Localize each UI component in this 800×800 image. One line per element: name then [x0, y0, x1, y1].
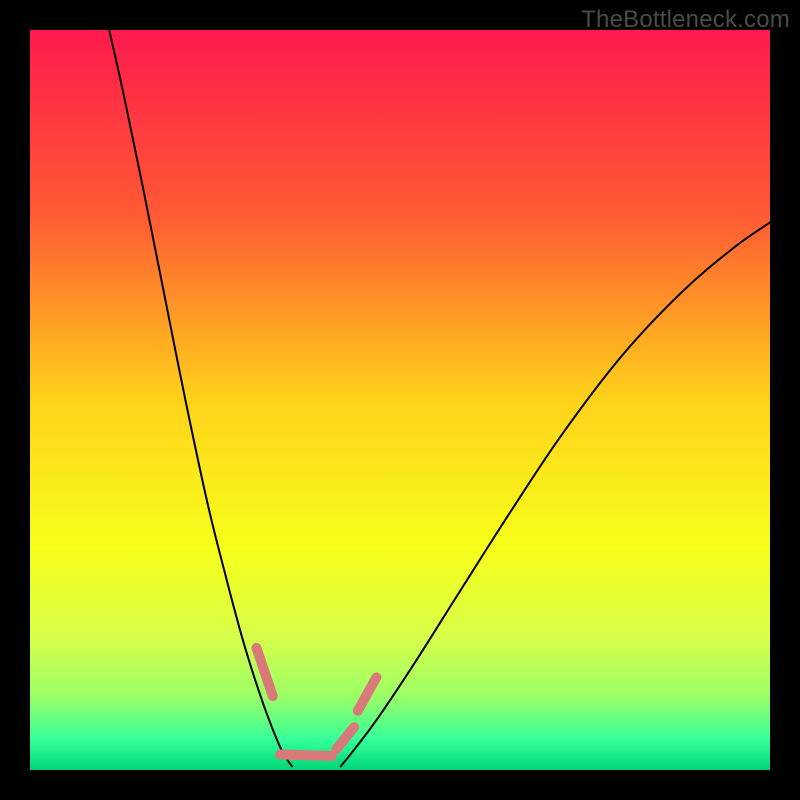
plot-area: [30, 30, 770, 770]
overlay-mark-1: [280, 754, 332, 755]
chart-frame: TheBottleneck.com: [0, 0, 800, 800]
background-gradient: [30, 30, 770, 770]
chart-svg: [30, 30, 770, 770]
